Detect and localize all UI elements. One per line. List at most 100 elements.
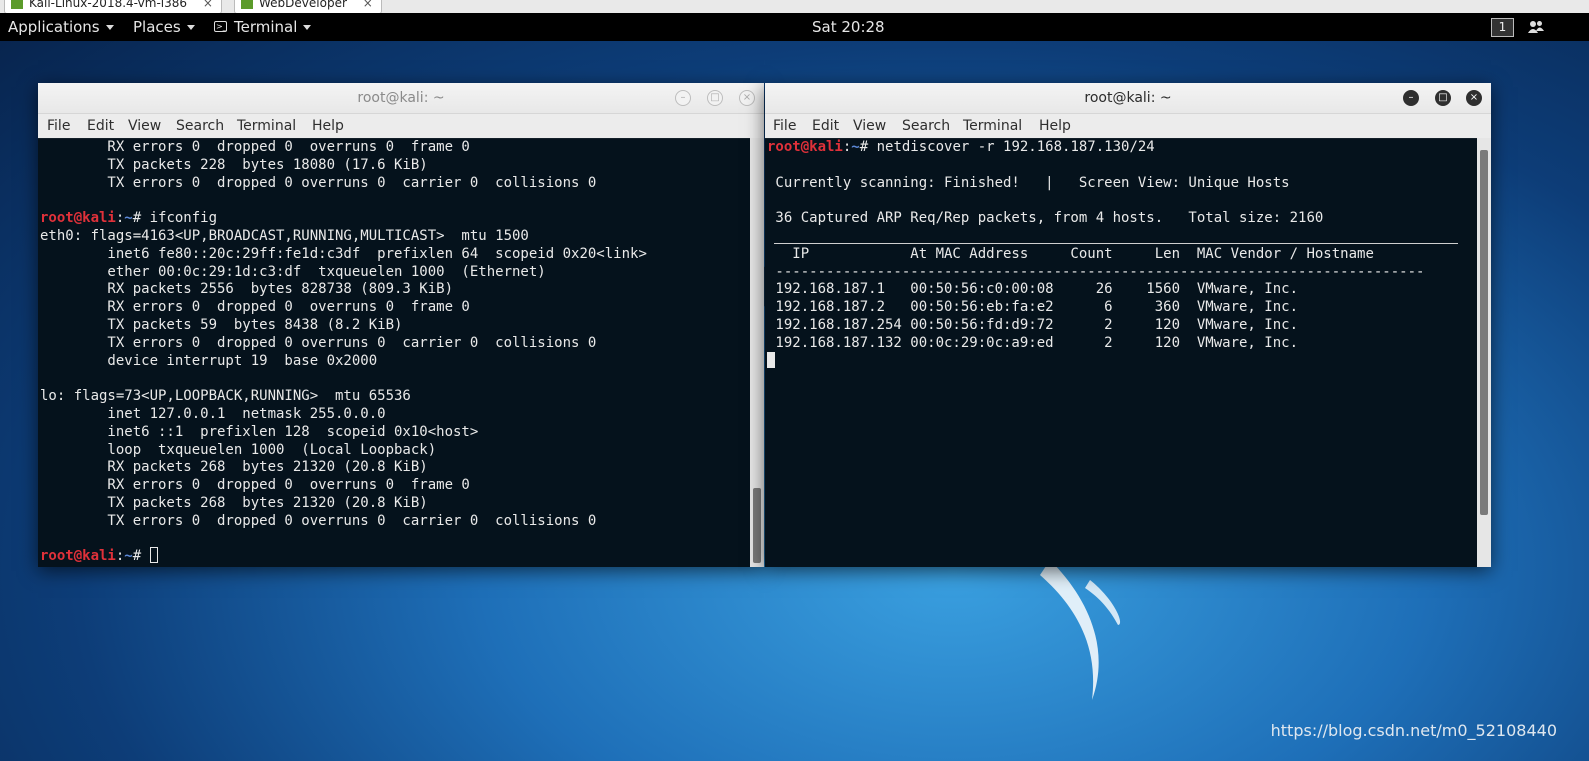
terminal-line: root@kali:~# (40, 547, 158, 565)
terminal-window-right[interactable]: root@kali: ~ – □ × File Edit View Search… (765, 83, 1491, 567)
terminal-line: lo: flags=73<UP,LOOPBACK,RUNNING> mtu 65… (40, 387, 411, 405)
terminal-line: RX errors 0 dropped 0 overruns 0 frame 0 (40, 138, 470, 156)
terminal-line: 192.168.187.2 00:50:56:eb:fa:e2 6 360 VM… (767, 298, 1298, 316)
title-bar[interactable]: root@kali: ~ – □ × (38, 83, 764, 114)
terminal-line: TX packets 59 bytes 8438 (8.2 KiB) (40, 316, 402, 334)
output-text: IP At MAC Address Count Len MAC Vendor /… (767, 245, 1374, 262)
terminal-line: ----------------------------------------… (767, 263, 1424, 281)
menu-terminal[interactable]: Terminal (963, 114, 1022, 138)
menu-bar: File Edit View Search Terminal Help (38, 114, 764, 139)
output-text: TX errors 0 dropped 0 overruns 0 carrier… (40, 334, 597, 351)
terminal-line (767, 351, 775, 370)
terminal-line: RX packets 268 bytes 21320 (20.8 KiB) (40, 458, 428, 476)
menu-view[interactable]: View (128, 114, 161, 138)
terminal-line: root@kali:~# netdiscover -r 192.168.187.… (767, 138, 1155, 156)
output-text: ether 00:0c:29:1d:c3:df txqueuelen 1000 … (40, 263, 546, 280)
scrollbar[interactable] (1477, 138, 1491, 567)
maximize-icon[interactable]: □ (1435, 90, 1451, 106)
minimize-icon[interactable]: – (675, 90, 691, 106)
terminal-window-left[interactable]: root@kali: ~ – □ × File Edit View Search… (38, 83, 764, 567)
terminal-line: 192.168.187.132 00:0c:29:0c:a9:ed 2 120 … (767, 334, 1298, 352)
command-text: # netdiscover -r 192.168.187.130/24 (859, 139, 1155, 155)
output-text: RX errors 0 dropped 0 overruns 0 frame 0 (40, 139, 470, 155)
scrollbar-thumb[interactable] (753, 488, 761, 563)
terminal-line: TX packets 268 bytes 21320 (20.8 KiB) (40, 494, 428, 512)
scrollbar-thumb[interactable] (1480, 150, 1488, 515)
menu-help[interactable]: Help (1039, 114, 1071, 138)
terminal-line: TX packets 228 bytes 18080 (17.6 KiB) (40, 156, 428, 174)
output-text: ----------------------------------------… (767, 263, 1425, 280)
close-icon[interactable]: × (1466, 90, 1482, 106)
terminal-line: 36 Captured ARP Req/Rep packets, from 4 … (767, 209, 1323, 227)
terminal-output[interactable]: root@kali:~# netdiscover -r 192.168.187.… (765, 138, 1477, 567)
terminal-line: device interrupt 19 base 0x2000 (40, 352, 377, 370)
menu-edit[interactable]: Edit (812, 114, 839, 138)
menu-edit[interactable]: Edit (87, 114, 114, 138)
terminal-line: 192.168.187.254 00:50:56:fd:d9:72 2 120 … (767, 316, 1298, 334)
prompt-user: root@kali (40, 548, 116, 565)
terminal-line: TX errors 0 dropped 0 overruns 0 carrier… (40, 512, 596, 530)
menu-file[interactable]: File (47, 114, 70, 138)
output-text: device interrupt 19 base 0x2000 (40, 352, 378, 369)
menu-view[interactable]: View (853, 114, 886, 138)
output-text: TX packets 59 bytes 8438 (8.2 KiB) (40, 317, 403, 333)
terminal-line: 192.168.187.1 00:50:56:c0:00:08 26 1560 … (767, 280, 1298, 298)
terminal-line: inet 127.0.0.1 netmask 255.0.0.0 (40, 405, 386, 423)
output-text: 192.168.187.132 00:0c:29:0c:a9:ed 2 120 … (767, 334, 1299, 351)
terminal-line: TX errors 0 dropped 0 overruns 0 carrier… (40, 334, 596, 352)
output-text: inet 127.0.0.1 netmask 255.0.0.0 (40, 406, 386, 422)
output-text: RX packets 268 bytes 21320 (20.8 KiB) (40, 459, 428, 476)
output-text: TX packets 228 bytes 18080 (17.6 KiB) (40, 156, 428, 173)
text-cursor (767, 351, 775, 368)
command-text: # ifconfig (132, 210, 218, 227)
output-text: RX errors 0 dropped 0 overruns 0 frame 0 (40, 477, 470, 494)
menu-terminal[interactable]: Terminal (237, 114, 296, 138)
output-text: loop txqueuelen 1000 (Local Loopback) (40, 441, 437, 458)
output-text: TX errors 0 dropped 0 overruns 0 carrier… (40, 174, 597, 191)
prompt-path: ~ (851, 139, 860, 155)
output-text: TX errors 0 dropped 0 overruns 0 carrier… (40, 512, 597, 529)
terminal-line: eth0: flags=4163<UP,BROADCAST,RUNNING,MU… (40, 227, 529, 245)
title-bar[interactable]: root@kali: ~ – □ × (765, 83, 1491, 114)
prompt-user: root@kali (767, 139, 843, 155)
output-text: 192.168.187.254 00:50:56:fd:d9:72 2 120 … (767, 317, 1299, 333)
terminal-line: loop txqueuelen 1000 (Local Loopback) (40, 441, 436, 459)
window-title: root@kali: ~ (1084, 90, 1172, 106)
watermark-url: https://blog.csdn.net/m0_52108440 (1270, 721, 1557, 740)
output-text: RX errors 0 dropped 0 overruns 0 frame 0 (40, 299, 470, 316)
window-title: root@kali: ~ (357, 90, 445, 106)
scrollbar[interactable] (750, 138, 764, 567)
output-text: eth0: flags=4163<UP,BROADCAST,RUNNING,MU… (40, 228, 529, 244)
terminal-line: RX errors 0 dropped 0 overruns 0 frame 0 (40, 476, 470, 494)
menu-file[interactable]: File (773, 114, 796, 138)
output-text: Currently scanning: Finished! | Screen V… (767, 174, 1290, 191)
terminal-line: TX errors 0 dropped 0 overruns 0 carrier… (40, 174, 596, 192)
maximize-icon[interactable]: □ (707, 90, 723, 106)
prompt-user: root@kali (40, 210, 116, 227)
terminal-line: ether 00:0c:29:1d:c3:df txqueuelen 1000 … (40, 263, 546, 281)
output-text: inet6 fe80::20c:29ff:fe1d:c3df prefixlen… (40, 245, 647, 262)
prompt-path: ~ (124, 548, 133, 565)
terminal-line: inet6 fe80::20c:29ff:fe1d:c3df prefixlen… (40, 245, 647, 263)
output-text: TX packets 268 bytes 21320 (20.8 KiB) (40, 495, 428, 511)
minimize-icon[interactable]: – (1403, 90, 1419, 106)
menu-search[interactable]: Search (902, 114, 950, 138)
prompt-path: ~ (124, 210, 133, 227)
output-text: 36 Captured ARP Req/Rep packets, from 4 … (767, 210, 1324, 227)
text-cursor (149, 547, 158, 564)
terminal-output[interactable]: RX errors 0 dropped 0 overruns 0 frame 0… (38, 138, 750, 567)
terminal-line: inet6 ::1 prefixlen 128 scopeid 0x10<hos… (40, 423, 478, 441)
menu-bar: File Edit View Search Terminal Help (765, 114, 1491, 139)
terminal-line: Currently scanning: Finished! | Screen V… (767, 174, 1290, 192)
output-text: RX packets 2556 bytes 828738 (809.3 KiB) (40, 281, 454, 298)
menu-help[interactable]: Help (312, 114, 344, 138)
terminal-line: root@kali:~# ifconfig (40, 209, 217, 227)
output-text: lo: flags=73<UP,LOOPBACK,RUNNING> mtu 65… (40, 388, 411, 405)
menu-search[interactable]: Search (176, 114, 224, 138)
terminal-line: RX packets 2556 bytes 828738 (809.3 KiB) (40, 280, 453, 298)
output-text: 192.168.187.1 00:50:56:c0:00:08 26 1560 … (767, 281, 1299, 298)
output-text: inet6 ::1 prefixlen 128 scopeid 0x10<hos… (40, 423, 479, 440)
close-icon[interactable]: × (739, 90, 755, 106)
command-text: # (132, 548, 150, 565)
output-text: 192.168.187.2 00:50:56:eb:fa:e2 6 360 VM… (767, 299, 1299, 316)
